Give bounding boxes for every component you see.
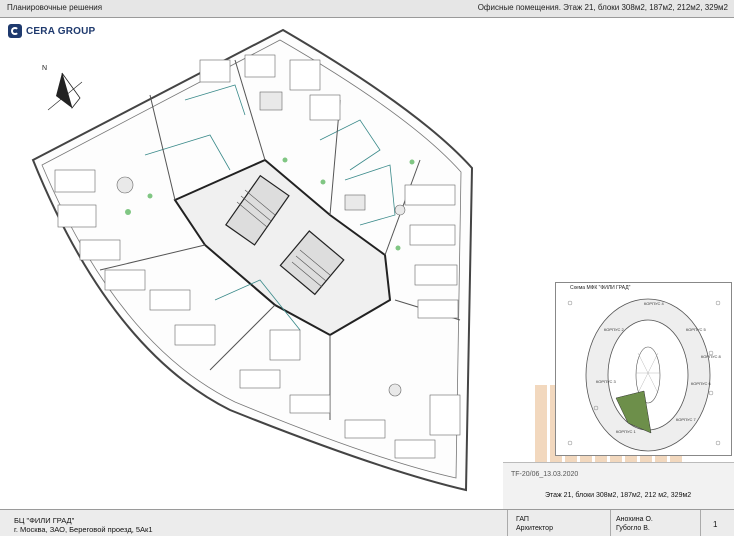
sheet-meta: TF-20/06_13.03.2020 Этаж 21, блоки 308м2… [503, 462, 734, 509]
divider [700, 510, 701, 536]
site-plan-inset: Схема МФК "ФИЛИ ГРАД" КОРПУС 4 КОРПУС 5 КО… [555, 282, 732, 456]
north-arrow-icon [47, 72, 83, 111]
north-label: N [42, 65, 47, 72]
project-name: БЦ "ФИЛИ ГРАД" [14, 516, 75, 525]
role-gap: ГАП [516, 516, 529, 523]
page-number: 1 [713, 520, 718, 529]
inset-building-label: КОРПУС 7 [676, 417, 696, 422]
title-block: БЦ "ФИЛИ ГРАД" г. Москва, ЗАО, Береговой… [0, 509, 734, 536]
inset-building-label: КОРПУС 5 [686, 327, 706, 332]
inset-building-label: КОРПУС 2 [604, 327, 624, 332]
divider [610, 510, 611, 536]
name-gap: Анохина О. [616, 516, 653, 523]
role-architect: Архитектор [516, 525, 553, 532]
sheet-description: Этаж 21, блоки 308м2, 187м2, 212 м2, 329… [545, 492, 692, 499]
inset-building-label: КОРПУС 8 [701, 354, 721, 359]
inset-building-label: КОРПУС 4 [644, 301, 664, 306]
divider [507, 510, 508, 536]
name-architect: Губогло В. [616, 525, 650, 532]
sheet-code: TF-20/06_13.03.2020 [511, 471, 579, 478]
inset-building-label: КОРПУС 6 [691, 381, 711, 386]
inset-building-label: КОРПУС 1 [616, 429, 636, 434]
project-address: г. Москва, ЗАО, Береговой проезд, 5Ак1 [14, 525, 153, 534]
inset-building-label: КОРПУС 3 [596, 379, 616, 384]
site-plan-drawing: КОРПУС 4 КОРПУС 5 КОРПУС 6 КОРПУС 7 КОРПУС 3… [567, 298, 721, 452]
